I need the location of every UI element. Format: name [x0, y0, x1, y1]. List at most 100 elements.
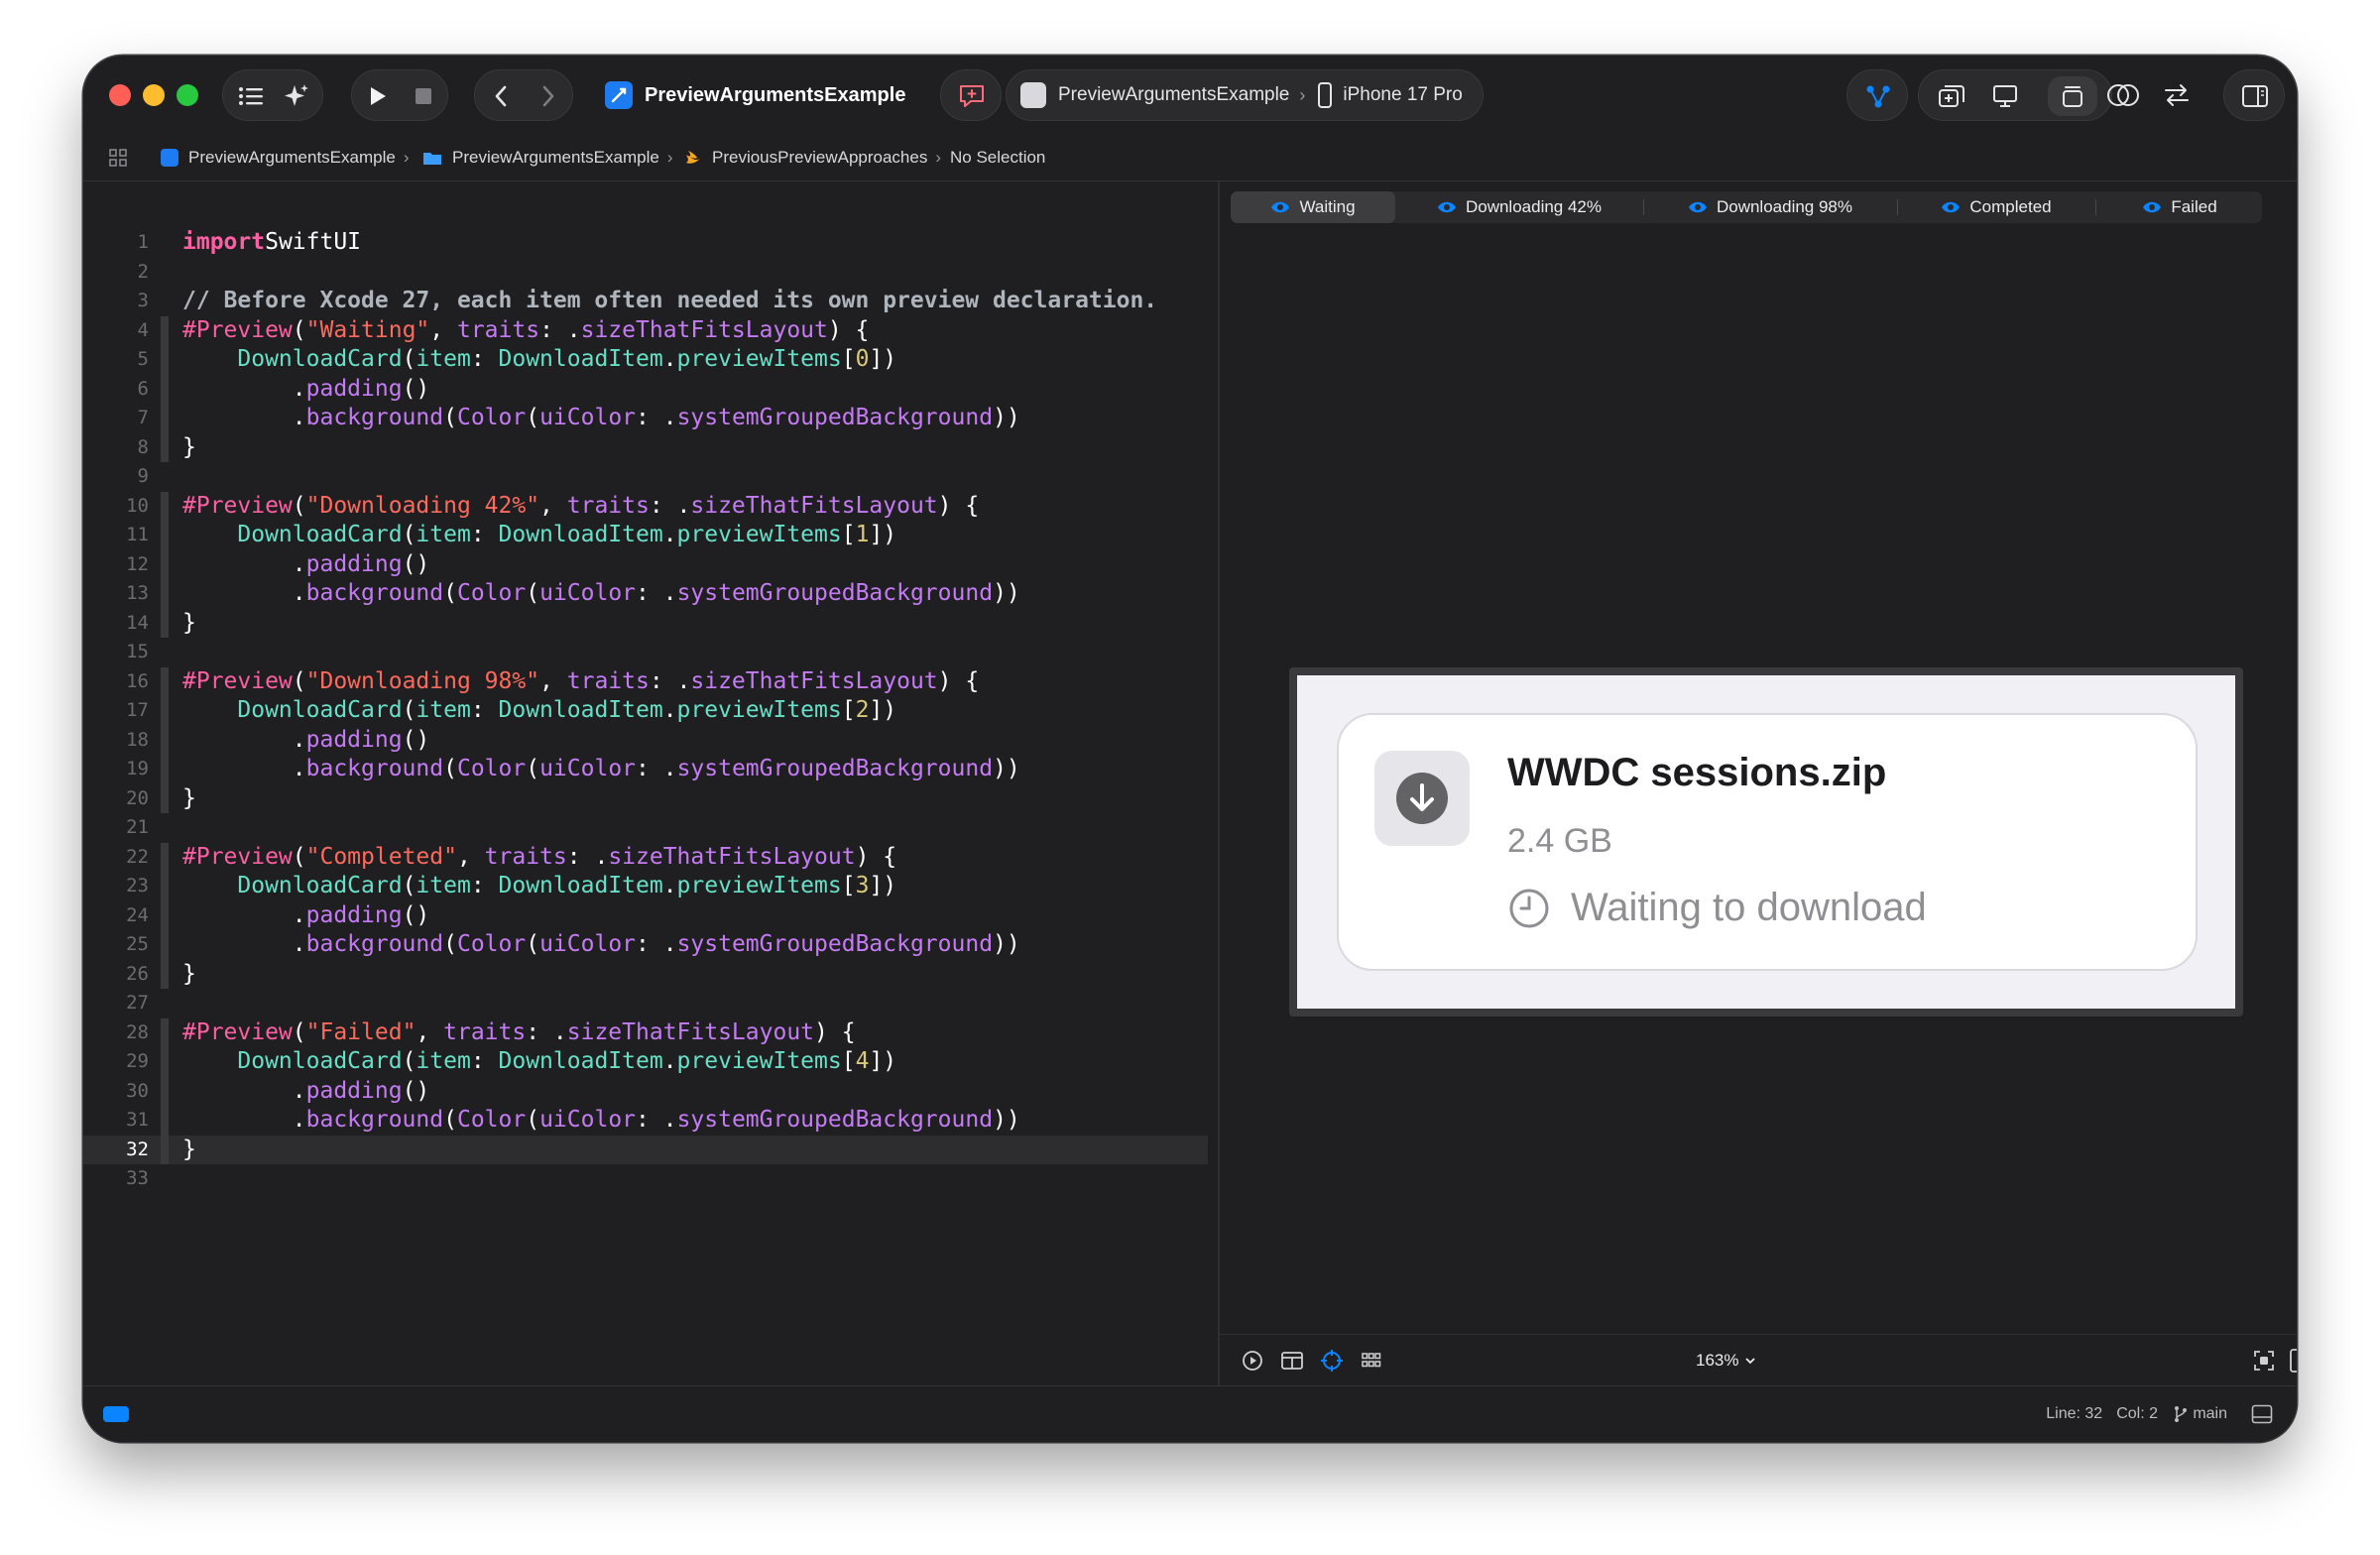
issues-button[interactable] [949, 70, 995, 122]
code-token: , [429, 316, 457, 343]
device-settings-button[interactable] [2281, 1335, 2297, 1386]
code-line[interactable]: 17 DownloadCard(item: DownloadItem.previ… [83, 696, 1208, 726]
branch-indicator[interactable]: main [2174, 1386, 2227, 1442]
close-window-button[interactable] [109, 84, 131, 106]
tab-waiting[interactable]: Waiting [1231, 191, 1395, 223]
code-line[interactable]: 26} [83, 960, 1208, 990]
code-line[interactable]: 8} [83, 433, 1208, 463]
code-line[interactable]: 6 .padding() [83, 375, 1208, 405]
code-line[interactable]: 9 [83, 462, 1208, 492]
swap-button[interactable] [2154, 69, 2200, 121]
zoom-window-button[interactable] [177, 84, 198, 106]
code-line[interactable]: 1 importSwiftUI [83, 228, 1208, 258]
code-token: import [182, 229, 266, 255]
tab-downloading-98[interactable]: Downloading 98% [1645, 191, 1895, 223]
library-button[interactable] [1929, 70, 1974, 122]
code-line[interactable]: 11 DownloadCard(item: DownloadItem.previ… [83, 521, 1208, 550]
code-line[interactable]: 22 #Preview("Completed", traits: .sizeTha… [83, 843, 1208, 873]
code-token: : [470, 1048, 499, 1074]
code-text: } [182, 784, 196, 814]
code-token: () [402, 1077, 430, 1104]
minimize-window-button[interactable] [143, 84, 165, 106]
variants-button[interactable] [1315, 1335, 1349, 1386]
debug-area-toggle-icon[interactable] [103, 1406, 129, 1422]
code-token: ]) [869, 873, 897, 898]
selectable-mode-button[interactable] [1275, 1335, 1309, 1386]
panel-toggle-button[interactable] [2251, 1404, 2273, 1429]
preview-device-frame[interactable]: WWDC sessions.zip 2.4 GB Waiting to down… [1289, 667, 2243, 1017]
jump-bar-item-project[interactable]: PreviewArgumentsExample › [161, 135, 409, 180]
code-line[interactable]: 24 .padding() [83, 901, 1208, 931]
jump-bar-item-file[interactable]: PreviousPreviewApproaches › [684, 135, 941, 180]
code-line[interactable]: 25 .background(Color(uiColor: .systemGro… [83, 930, 1208, 960]
code-line[interactable]: 14} [83, 609, 1208, 639]
coding-assistant-button[interactable] [275, 70, 318, 122]
code-line[interactable]: 5 DownloadCard(item: DownloadItem.previe… [83, 345, 1208, 375]
code-fold-ribbon[interactable] [161, 666, 169, 813]
code-token: traits [566, 492, 650, 519]
code-line[interactable]: 19 .background(Color(uiColor: .systemGro… [83, 755, 1208, 784]
code-fold-ribbon[interactable] [161, 315, 169, 462]
code-line[interactable]: 27 [83, 989, 1208, 1018]
code-line[interactable]: 31 .background(Color(uiColor: .systemGro… [83, 1106, 1208, 1136]
code-text: #Preview("Completed", traits: .sizeThatF… [182, 843, 896, 873]
live-preview-button[interactable] [1236, 1335, 1269, 1386]
code-line[interactable]: 12 .padding() [83, 550, 1208, 580]
line-number: 29 [126, 1050, 149, 1072]
zoom-menu[interactable]: 163% [1696, 1335, 1757, 1386]
code-line[interactable]: 13 .background(Color(uiColor: .systemGro… [83, 579, 1208, 609]
project-title[interactable]: PreviewArgumentsExample [605, 69, 905, 121]
scheme-menu[interactable]: PreviewArgumentsExample › [1020, 82, 1317, 108]
related-items-button[interactable] [109, 135, 127, 180]
grid-mode-button[interactable] [1355, 1335, 1388, 1386]
code-line[interactable]: 10 #Preview("Downloading 42%", traits: .s… [83, 492, 1208, 522]
code-line[interactable]: 33 [83, 1164, 1208, 1194]
tab-completed[interactable]: Completed [1899, 191, 2093, 223]
navigator-toggle-button[interactable] [229, 70, 273, 122]
code-line[interactable]: 28 #Preview("Failed", traits: .sizeThatFi… [83, 1018, 1208, 1048]
code-line[interactable]: 15 [83, 638, 1208, 667]
review-changes-button[interactable] [2100, 69, 2146, 121]
code-line[interactable]: 2 [83, 258, 1208, 288]
code-line[interactable]: 20} [83, 784, 1208, 814]
code-fold-ribbon[interactable] [161, 842, 169, 989]
code-text: .padding() [182, 901, 430, 931]
jump-bar-item-group[interactable]: PreviewArgumentsExample › [422, 135, 672, 180]
tab-failed[interactable]: Failed [2097, 191, 2262, 223]
forward-button[interactable] [527, 70, 570, 122]
stop-button[interactable] [402, 70, 445, 122]
play-icon [371, 87, 386, 105]
jump-bar-item-selection[interactable]: No Selection [950, 135, 1045, 180]
tab-downloading-42[interactable]: Downloading 42% [1397, 191, 1641, 223]
code-line[interactable]: 4 #Preview("Waiting", traits: .sizeThatFi… [83, 316, 1208, 346]
code-token: . [182, 375, 306, 402]
code-line[interactable]: 30 .padding() [83, 1077, 1208, 1107]
code-line[interactable]: 7 .background(Color(uiColor: .systemGrou… [83, 404, 1208, 433]
run-button[interactable] [356, 70, 400, 122]
code-line[interactable]: 32} [83, 1135, 1208, 1164]
editor-layout-button[interactable] [2048, 76, 2097, 116]
code-token: : . [649, 667, 691, 694]
line-number: 25 [126, 933, 149, 955]
code-fold-ribbon[interactable] [161, 1017, 169, 1164]
code-token: item [416, 873, 471, 898]
navigator-controls [222, 69, 323, 121]
code-fold-ribbon[interactable] [161, 491, 169, 638]
branch-icon [2175, 1406, 2188, 1422]
canvas-toggle-button[interactable] [1982, 70, 2028, 122]
inspector-toggle-button[interactable] [2232, 70, 2278, 122]
code-line[interactable]: 23 DownloadCard(item: DownloadItem.previ… [83, 872, 1208, 901]
code-token: ]) [869, 1048, 897, 1074]
code-line[interactable]: 21 [83, 813, 1208, 843]
code-line[interactable]: 18 .padding() [83, 726, 1208, 756]
snapshot-button[interactable] [2247, 1335, 2281, 1386]
source-editor[interactable]: 1 importSwiftUI 2 3// Before Xcode 27, each… [83, 181, 1218, 1386]
iphone-icon [1318, 82, 1333, 108]
code-line[interactable]: 3 // Before Xcode 27, each item often nee… [83, 287, 1208, 316]
code-line[interactable]: 29 DownloadCard(item: DownloadItem.previ… [83, 1047, 1208, 1077]
back-button[interactable] [479, 70, 523, 122]
source-control-button[interactable] [1855, 70, 1901, 122]
destination-menu[interactable]: iPhone 17 Pro [1317, 82, 1463, 108]
chevron-right-icon: › [1299, 84, 1306, 105]
code-line[interactable]: 16 #Preview("Downloading 98%", traits: .s… [83, 667, 1208, 697]
